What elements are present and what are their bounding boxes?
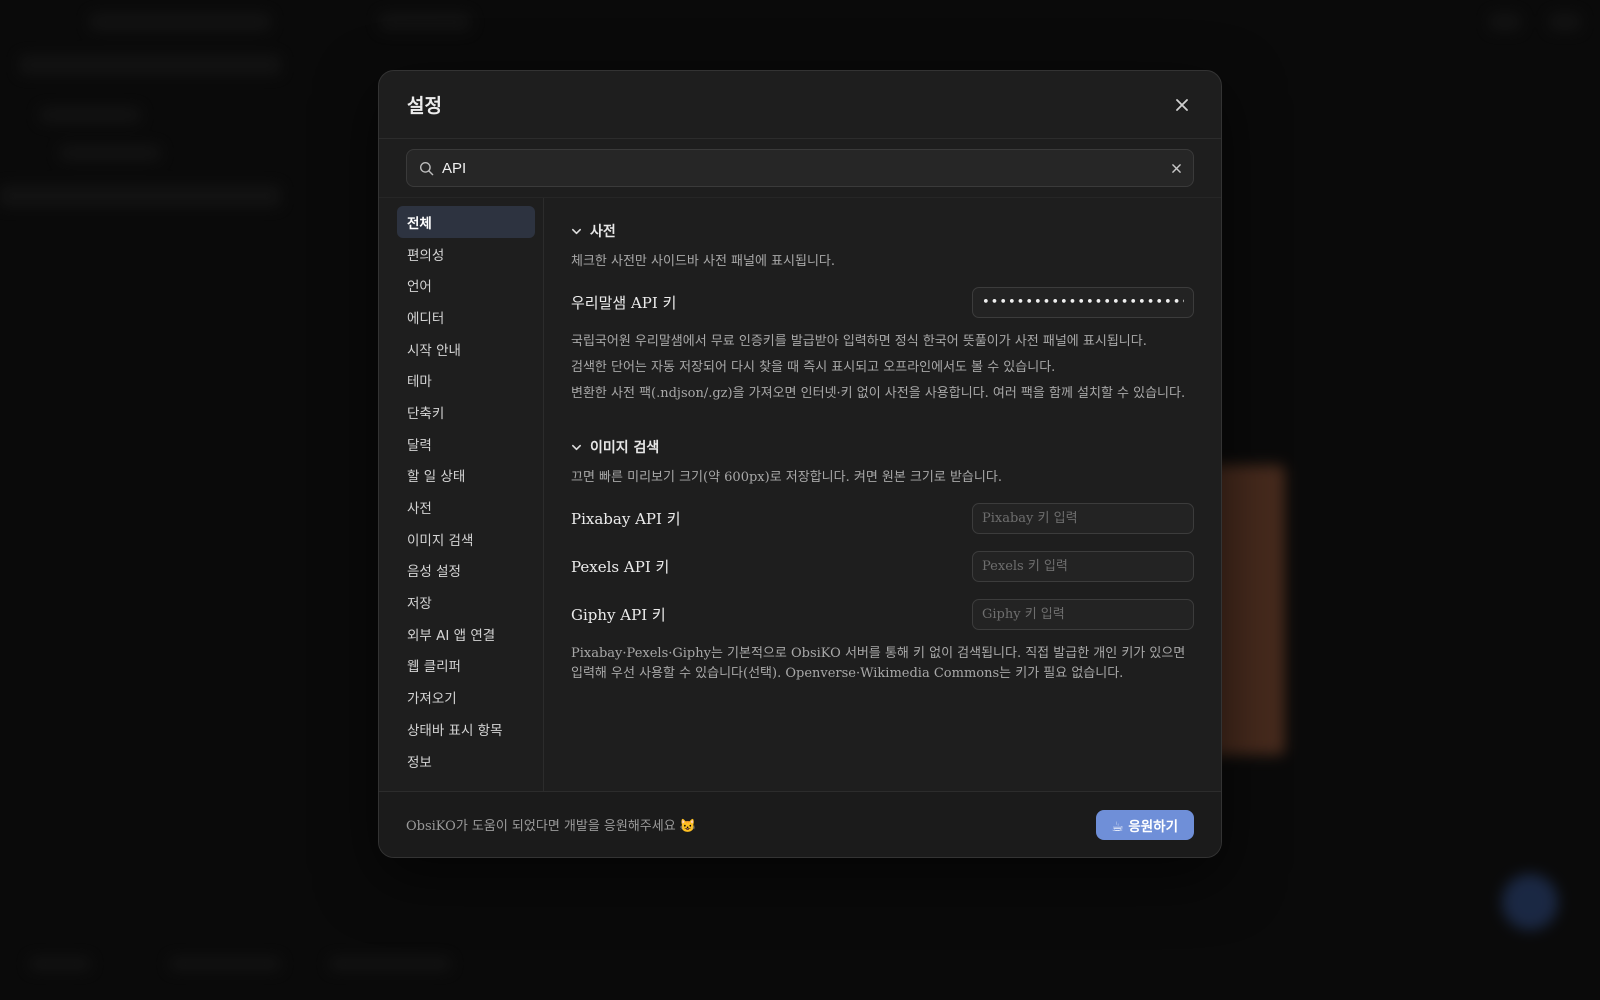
section-description: 끄면 빠른 미리보기 크기(약 600px)로 저장합니다. 켜면 원본 크기로…: [571, 470, 1002, 485]
sidebar-item[interactable]: 전체: [397, 206, 535, 238]
sidebar-item[interactable]: 저장: [397, 586, 535, 618]
sidebar-item[interactable]: 상태바 표시 항목: [397, 713, 535, 745]
sidebar-item[interactable]: 음성 설정: [397, 555, 535, 587]
sidebar-item[interactable]: 달력: [397, 428, 535, 460]
modal-body: 전체 편의성 언어 에디터 시작 안내 테마 단축키 달력 할 일 상태 사전 이미지 검색 음성 설…: [379, 198, 1221, 802]
image-search-note: Pixabay·Pexels·Giphy는 기본적으로 ObsiKO 서버를 통…: [571, 646, 1186, 681]
sidebar-item[interactable]: 시작 안내: [397, 333, 535, 365]
search-input[interactable]: [442, 159, 1172, 177]
setting-label: 우리말샘 API 키: [571, 293, 677, 312]
sidebar-item[interactable]: 단축키: [397, 396, 535, 428]
sidebar-item[interactable]: 할 일 상태: [397, 460, 535, 492]
settings-modal: 설정 전체편의성언어에디터시작 안내테마단축키달력할 일 상태사전이미지 검색음…: [378, 70, 1222, 858]
sidebar-item[interactable]: 편의성: [397, 238, 535, 270]
urimalsaem-api-key-input[interactable]: [972, 286, 1194, 318]
settings-sidebar: 전체 편의성 언어 에디터 시작 안내 테마 단축키 달력 할 일 상태 사전 이미지 검색 음성 설…: [379, 198, 544, 802]
setting-row-pixabay-key: Pixabay API 키: [571, 494, 1194, 542]
setting-row-giphy-key: Giphy API 키: [571, 590, 1194, 638]
setting-row-urimalsaem-key: 우리말샘 API 키: [571, 278, 1194, 326]
section-header-image-search[interactable]: 이미지 검색: [571, 432, 1194, 462]
modal-title: 설정: [407, 95, 442, 117]
pexels-api-key-input[interactable]: [972, 550, 1194, 582]
support-button[interactable]: ☕ 응원하기: [1095, 809, 1194, 840]
sidebar-item[interactable]: 정보: [397, 745, 535, 777]
setting-label: Pexels API 키: [571, 557, 670, 576]
setting-label: Giphy API 키: [571, 605, 666, 624]
close-icon: [1172, 164, 1181, 173]
sidebar-item[interactable]: 이미지 검색: [397, 523, 535, 555]
search-icon: [419, 161, 434, 175]
setting-label: Pixabay API 키: [571, 509, 681, 528]
pixabay-api-key-input[interactable]: [972, 502, 1194, 534]
sidebar-item[interactable]: 에디터: [397, 301, 535, 333]
giphy-api-key-input[interactable]: [972, 598, 1194, 630]
section-title: 사전: [590, 224, 616, 240]
section-title: 이미지 검색: [590, 440, 660, 456]
sidebar-item[interactable]: 웹 클리퍼: [397, 650, 535, 682]
search-bar: [379, 139, 1221, 198]
footer-message: ObsiKO가 도움이 되었다면 개발을 응원해주세요 😺: [406, 819, 696, 834]
sidebar-item[interactable]: 사전: [397, 491, 535, 523]
sidebar-item[interactable]: 언어: [397, 269, 535, 301]
modal-header: 설정: [379, 71, 1221, 139]
modal-footer: ObsiKO가 도움이 되었다면 개발을 응원해주세요 😺 ☕ 응원하기: [379, 791, 1221, 857]
setting-description: 검색한 단어는 자동 저장되어 다시 찾을 때 즉시 표시되고 오프라인에서도 …: [571, 360, 1056, 375]
sidebar-item[interactable]: 테마: [397, 364, 535, 396]
section-header-dictionary[interactable]: 사전: [571, 216, 1194, 246]
search-box: [406, 149, 1194, 187]
close-icon: [1176, 98, 1188, 111]
sidebar-item[interactable]: 가져오기: [397, 681, 535, 713]
chevron-down-icon: [572, 228, 581, 234]
sidebar-item[interactable]: 외부 AI 앱 연결: [397, 618, 535, 650]
settings-content: 사전 체크한 사전만 사이드바 사전 패널에 표시됩니다. 우리말샘 API 키…: [544, 198, 1221, 802]
setting-row-pexels-key: Pexels API 키: [571, 542, 1194, 590]
close-button[interactable]: [1171, 94, 1193, 116]
section-description: 체크한 사전만 사이드바 사전 패널에 표시됩니다.: [571, 254, 835, 269]
chevron-down-icon: [572, 444, 581, 450]
setting-description: 국립국어원 우리말샘에서 무료 인증키를 발급받아 입력하면 정식 한국어 뜻풀…: [571, 334, 1147, 349]
search-clear-button[interactable]: [1172, 159, 1181, 177]
setting-description: 변환한 사전 팩(.ndjson/.gz)을 가져오면 인터넷·키 없이 사전을…: [571, 386, 1186, 401]
